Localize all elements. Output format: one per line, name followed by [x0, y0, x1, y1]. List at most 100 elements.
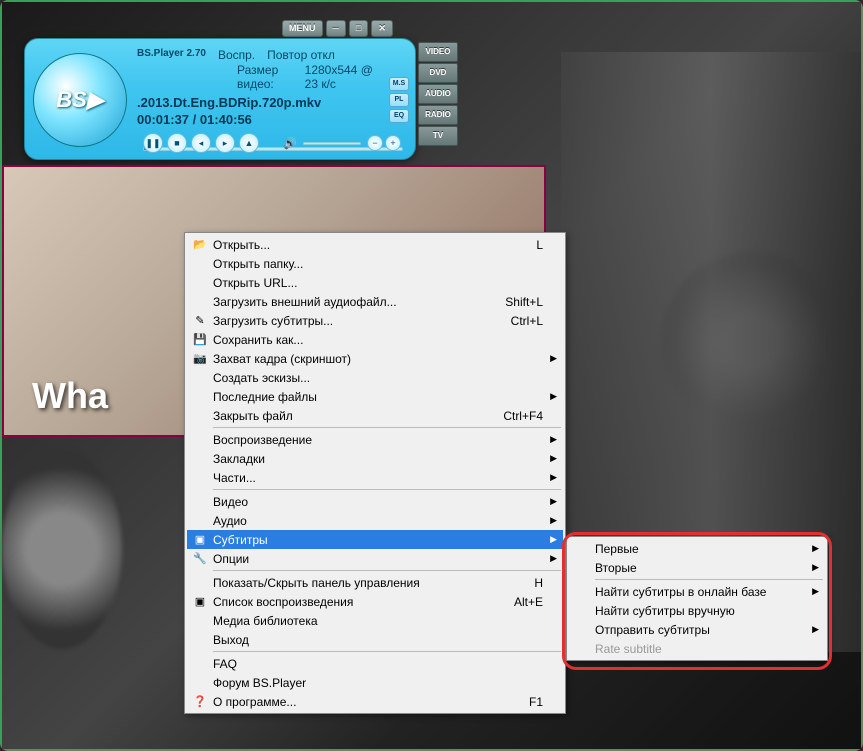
vol-up-button[interactable]: + [385, 135, 401, 151]
menu-icon [191, 513, 209, 529]
menu-hotkey: Alt+E [514, 595, 543, 609]
menu-item[interactable]: ▣ Список воспроизведения Alt+E [187, 592, 563, 611]
menu-item[interactable]: Части...▶ [187, 468, 563, 487]
maximize-button[interactable]: □ [349, 20, 368, 37]
chevron-right-icon: ▶ [550, 553, 557, 564]
menu-item[interactable]: Последние файлы▶ [187, 387, 563, 406]
vol-down-button[interactable]: − [367, 135, 383, 151]
lang-buttons: M.S PL EQ [389, 77, 409, 123]
menu-icon [191, 470, 209, 486]
menu-item[interactable]: Показать/Скрыть панель управленияH [187, 573, 563, 592]
menu-label: Воспроизведение [213, 433, 543, 447]
menu-hotkey: Ctrl+L [511, 314, 543, 328]
stop-button[interactable]: ■ [167, 133, 187, 153]
menu-icon [191, 389, 209, 405]
menu-label: Форум BS.Player [213, 676, 543, 690]
pl-button[interactable]: PL [389, 93, 409, 107]
menu-hotkey: L [536, 238, 543, 252]
menu-item[interactable]: 📂Открыть...L [187, 235, 563, 254]
eq-button[interactable]: EQ [389, 109, 409, 123]
menu-label: Список воспроизведения [213, 595, 494, 609]
menu-label: Закрыть файл [213, 409, 483, 423]
menu-item[interactable]: 💾 Сохранить как... [187, 330, 563, 349]
submenu-label: Найти субтитры вручную [595, 604, 735, 618]
submenu-item[interactable]: Вторые▶ [569, 558, 825, 577]
menu-icon: 💾 [191, 332, 209, 348]
menu-item[interactable]: Выход [187, 630, 563, 649]
menu-icon [191, 432, 209, 448]
tab-dvd[interactable]: DVD [418, 63, 458, 83]
menu-item[interactable]: ✎Загрузить субтитры...Ctrl+L [187, 311, 563, 330]
submenu-label: Rate subtitle [595, 642, 662, 656]
chevron-right-icon: ▶ [812, 562, 819, 573]
submenu-label: Найти субтитры в онлайн базе [595, 585, 766, 599]
menu-label: Медиа библиотека [213, 614, 543, 628]
menu-icon [191, 275, 209, 291]
menu-item[interactable]: Аудио▶ [187, 511, 563, 530]
menu-item[interactable]: ❓О программе...F1 [187, 692, 563, 711]
menu-separator [213, 570, 561, 571]
menu-item[interactable]: Воспроизведение ▶ [187, 430, 563, 449]
menu-item[interactable]: Закладки ▶ [187, 449, 563, 468]
chevron-right-icon: ▶ [550, 434, 557, 445]
menu-item[interactable]: Открыть URL... [187, 273, 563, 292]
menu-item[interactable]: Создать эскизы... [187, 368, 563, 387]
submenu-item[interactable]: Отправить субтитры▶ [569, 620, 825, 639]
menu-icon: 📷 [191, 351, 209, 367]
menu-label: Закладки [213, 452, 543, 466]
menu-label: Создать эскизы... [213, 371, 543, 385]
menu-hotkey: F1 [529, 695, 543, 709]
tab-video[interactable]: VIDEO [418, 42, 458, 62]
menu-item[interactable]: Загрузить внешний аудиофайл... Shift+L [187, 292, 563, 311]
menu-icon: ▣ [191, 594, 209, 610]
menu-label: Субтитры [213, 533, 543, 547]
menu-item[interactable]: Открыть папку... [187, 254, 563, 273]
menu-label: Аудио [213, 514, 543, 528]
menu-button[interactable]: MENU [282, 20, 323, 37]
menu-icon [191, 575, 209, 591]
prev-button[interactable]: ◂ [191, 133, 211, 153]
menu-item[interactable]: Закрыть файлCtrl+F4 [187, 406, 563, 425]
tab-radio[interactable]: RADIO [418, 105, 458, 125]
menu-icon [191, 451, 209, 467]
submenu-item[interactable]: Найти субтитры в онлайн базе ▶ [569, 582, 825, 601]
menu-item[interactable]: 📷Захват кадра (скриншот)▶ [187, 349, 563, 368]
submenu-item[interactable]: Найти субтитры вручную [569, 601, 825, 620]
menu-item[interactable]: Форум BS.Player [187, 673, 563, 692]
eject-button[interactable]: ▲ [239, 133, 259, 153]
player-logo[interactable]: BS▶ [33, 53, 127, 147]
menu-label: Загрузить субтитры... [213, 314, 491, 328]
tab-tv[interactable]: TV [418, 126, 458, 146]
menu-item[interactable]: Медиа библиотека [187, 611, 563, 630]
menu-hotkey: Shift+L [505, 295, 543, 309]
chevron-right-icon: ▶ [550, 534, 557, 545]
filename: .2013.Dt.Eng.BDRip.720p.mkv [137, 95, 375, 110]
menu-item[interactable]: 🔧Опции▶ [187, 549, 563, 568]
close-button[interactable]: ✕ [371, 20, 393, 37]
next-button[interactable]: ▸ [215, 133, 235, 153]
submenu-item[interactable]: Первые▶ [569, 539, 825, 558]
chevron-right-icon: ▶ [812, 586, 819, 597]
chevron-right-icon: ▶ [550, 453, 557, 464]
menu-separator [213, 651, 561, 652]
menu-item[interactable]: ▣Субтитры▶ [187, 530, 563, 549]
menu-item[interactable]: Видео▶ [187, 492, 563, 511]
ms-button[interactable]: M.S [389, 77, 409, 91]
menu-icon: ❓ [191, 694, 209, 710]
menu-item[interactable]: FAQ [187, 654, 563, 673]
player-panel: BS▶ BS.Player 2.70 Воспр. Повтор откл Ра… [24, 38, 416, 160]
minimize-button[interactable]: ─ [326, 20, 346, 37]
speaker-icon[interactable]: 🔊 [283, 137, 297, 150]
menu-label: Загрузить внешний аудиофайл... [213, 295, 485, 309]
submenu-label: Отправить субтитры [595, 623, 710, 637]
menu-icon [191, 675, 209, 691]
menu-icon [191, 613, 209, 629]
menu-label: Сохранить как... [213, 333, 543, 347]
pause-button[interactable]: ❚❚ [143, 133, 163, 153]
videosize-value: 1280x544 @ 23 к/с [305, 63, 375, 91]
volume-slider[interactable] [303, 142, 361, 145]
tab-audio[interactable]: AUDIO [418, 84, 458, 104]
logo-text: BS▶ [56, 87, 103, 113]
chevron-right-icon: ▶ [550, 353, 557, 364]
subtitles-submenu: Первые▶Вторые▶ Найти субтитры в онлайн ба… [566, 536, 828, 661]
